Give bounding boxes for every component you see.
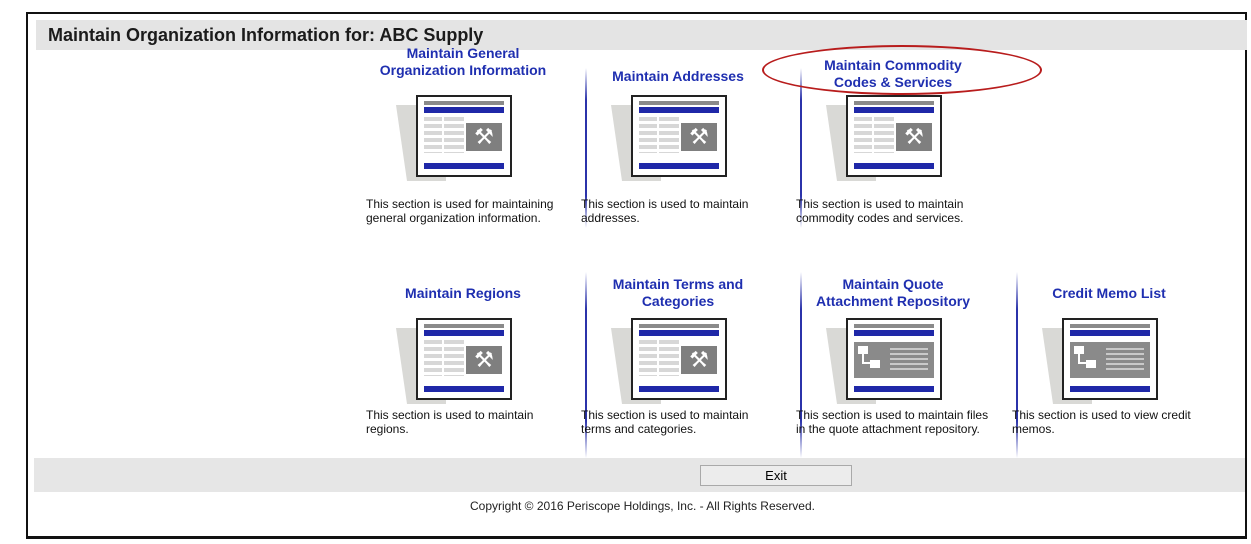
wrench-screwdriver-icon: ⚒ [896, 123, 932, 151]
wrench-screwdriver-icon: ⚒ [681, 123, 717, 151]
title-line-2: Categories [641, 293, 715, 309]
card-description: This section is used to view credit memo… [1012, 408, 1191, 436]
card-maintain-general: Maintain General Organization Informatio… [362, 45, 564, 233]
title-line-2: Organization Information [379, 62, 547, 78]
card-maintain-terms: Maintain Terms and Categories ⚒ This sec… [577, 268, 779, 456]
wrench-screwdriver-icon: ⚒ [681, 346, 717, 374]
flowchart-doc-icon[interactable] [1042, 318, 1164, 412]
title-line-1: Credit Memo List [1052, 285, 1166, 301]
card-maintain-addresses: Maintain Addresses ⚒ This section is use… [577, 45, 779, 233]
card-description: This section is used to maintain address… [581, 197, 749, 225]
page-title: Maintain Organization Information for: A… [48, 25, 484, 45]
wrench-screwdriver-icon: ⚒ [466, 123, 502, 151]
card-description: This section is used to maintain terms a… [581, 408, 749, 436]
title-line-1: Maintain Quote [842, 276, 944, 292]
footer-bar [34, 458, 1245, 492]
tools-doc-icon[interactable]: ⚒ [826, 95, 948, 189]
tools-doc-icon[interactable]: ⚒ [611, 318, 733, 412]
card-description: This section is used to maintain commodi… [796, 197, 964, 225]
card-credit-memo: Credit Memo List This section is used to… [1008, 268, 1210, 456]
card-maintain-commodity: Maintain Commodity Codes & Services ⚒ Th… [792, 45, 994, 233]
card-quote-attachment: Maintain Quote Attachment Repository Thi… [792, 268, 994, 456]
title-line-2: Attachment Repository [815, 293, 971, 309]
tools-doc-icon[interactable]: ⚒ [396, 318, 518, 412]
card-title-link[interactable]: Maintain Terms and Categories [577, 276, 779, 310]
title-line-1: Maintain Addresses [612, 68, 744, 84]
card-title-link[interactable]: Maintain General Organization Informatio… [362, 45, 564, 79]
title-line-1: Maintain General [406, 45, 520, 61]
tools-doc-icon[interactable]: ⚒ [396, 95, 518, 189]
card-title-link[interactable]: Maintain Addresses [577, 68, 779, 85]
card-title-link[interactable]: Maintain Commodity Codes & Services [792, 57, 994, 91]
exit-button[interactable]: Exit [700, 465, 852, 486]
card-description: This section is used to maintain files i… [796, 408, 989, 436]
tools-doc-icon[interactable]: ⚒ [611, 95, 733, 189]
title-line-2: Codes & Services [833, 74, 953, 90]
card-description: This section is used to maintain regions… [366, 408, 534, 436]
card-maintain-regions: Maintain Regions ⚒ This section is used … [362, 268, 564, 456]
card-title-link[interactable]: Credit Memo List [1008, 285, 1210, 302]
title-line-1: Maintain Terms and [612, 276, 744, 292]
title-line-1: Maintain Commodity [824, 57, 962, 73]
copyright-text: Copyright © 2016 Periscope Holdings, Inc… [469, 499, 815, 513]
wrench-screwdriver-icon: ⚒ [466, 346, 502, 374]
card-title-link[interactable]: Maintain Regions [362, 285, 564, 302]
card-title-link[interactable]: Maintain Quote Attachment Repository [792, 276, 994, 310]
card-description: This section is used for maintaining gen… [366, 197, 554, 225]
title-line-1: Maintain Regions [405, 285, 521, 301]
flowchart-doc-icon[interactable] [826, 318, 948, 412]
